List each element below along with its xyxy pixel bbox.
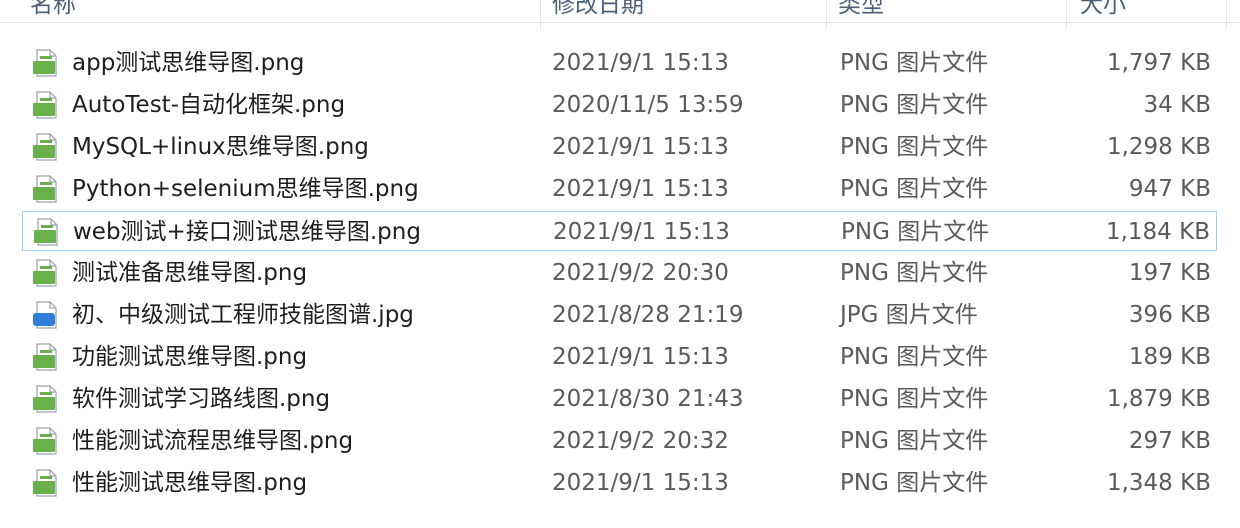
file-name: 软件测试学习路线图.png	[72, 386, 331, 412]
png-file-icon	[33, 427, 57, 455]
file-type: PNG 图片文件	[840, 260, 989, 286]
file-size: 197 KB	[1128, 260, 1211, 286]
file-row[interactable]: 测试准备思维导图.png 2021/9/2 20:30 PNG 图片文件 197 KB	[22, 253, 1217, 293]
file-size: 189 KB	[1128, 344, 1211, 370]
file-type: PNG 图片文件	[840, 92, 989, 118]
png-file-icon	[34, 218, 58, 246]
png-file-icon	[33, 133, 57, 161]
file-name: Python+selenium思维导图.png	[72, 176, 419, 202]
png-file-icon	[33, 385, 57, 413]
file-name: AutoTest-自动化框架.png	[72, 92, 346, 118]
file-name: 测试准备思维导图.png	[72, 260, 308, 286]
file-size: 1,348 KB	[1106, 470, 1211, 496]
file-row[interactable]: 性能测试思维导图.png 2021/9/1 15:13 PNG 图片文件 1,348 …	[22, 463, 1217, 503]
column-header-type[interactable]: 类型	[838, 0, 884, 21]
file-size: 1,184 KB	[1105, 219, 1210, 245]
file-row[interactable]: web测试+接口测试思维导图.png 2021/9/1 15:13 PNG 图片文件…	[22, 211, 1217, 251]
file-modified-date: 2021/9/1 15:13	[552, 344, 729, 370]
column-divider[interactable]	[1226, 0, 1227, 30]
file-row[interactable]: Python+selenium思维导图.png 2021/9/1 15:13 PNG…	[22, 169, 1217, 209]
file-name: web测试+接口测试思维导图.png	[73, 219, 421, 245]
file-modified-date: 2021/9/1 15:13	[552, 176, 729, 202]
png-file-icon	[33, 343, 57, 371]
file-row[interactable]: 软件测试学习路线图.png 2021/8/30 21:43 PNG 图片文件 1,87…	[22, 379, 1217, 419]
column-header-size[interactable]: 大小	[1080, 0, 1126, 21]
file-type: PNG 图片文件	[840, 386, 989, 412]
png-file-icon	[33, 49, 57, 77]
file-modified-date: 2021/8/30 21:43	[552, 386, 744, 412]
file-row[interactable]: 初、中级测试工程师技能图谱.jpg 2021/8/28 21:19 JPG 图片文件…	[22, 295, 1217, 335]
file-row[interactable]: app测试思维导图.png 2021/9/1 15:13 PNG 图片文件 1,797…	[22, 43, 1217, 83]
file-modified-date: 2021/9/2 20:30	[552, 260, 729, 286]
file-type: PNG 图片文件	[840, 134, 989, 160]
file-size: 1,879 KB	[1106, 386, 1211, 412]
column-header-name[interactable]: 名称	[30, 0, 76, 21]
file-modified-date: 2021/8/28 21:19	[552, 302, 744, 328]
file-row[interactable]: 性能测试流程思维导图.png 2021/9/2 20:32 PNG 图片文件 297 …	[22, 421, 1217, 461]
file-row[interactable]: AutoTest-自动化框架.png 2020/11/5 13:59 PNG 图片文…	[22, 85, 1217, 125]
file-modified-date: 2021/9/1 15:13	[552, 50, 729, 76]
column-divider[interactable]	[1066, 0, 1067, 30]
column-header: 名称 修改日期 类型 大小	[0, 0, 1240, 30]
jpg-file-icon	[33, 301, 57, 329]
file-type: PNG 图片文件	[840, 50, 989, 76]
png-file-icon	[33, 469, 57, 497]
file-type: JPG 图片文件	[840, 302, 978, 328]
file-name: 初、中级测试工程师技能图谱.jpg	[72, 302, 414, 328]
file-size: 1,298 KB	[1106, 134, 1211, 160]
column-header-date[interactable]: 修改日期	[552, 0, 644, 21]
file-size: 1,797 KB	[1106, 50, 1211, 76]
file-modified-date: 2020/11/5 13:59	[552, 92, 744, 118]
file-modified-date: 2021/9/1 15:13	[552, 470, 729, 496]
file-type: PNG 图片文件	[840, 428, 989, 454]
file-name: app测试思维导图.png	[72, 50, 305, 76]
png-file-icon	[33, 259, 57, 287]
png-file-icon	[33, 91, 57, 119]
file-size: 947 KB	[1128, 176, 1211, 202]
file-name: MySQL+linux思维导图.png	[72, 134, 369, 160]
file-type: PNG 图片文件	[840, 344, 989, 370]
file-modified-date: 2021/9/1 15:13	[553, 219, 730, 245]
file-size: 34 KB	[1143, 92, 1211, 118]
column-divider[interactable]	[540, 0, 541, 30]
file-name: 功能测试思维导图.png	[72, 344, 308, 370]
file-type: PNG 图片文件	[840, 470, 989, 496]
file-type: PNG 图片文件	[840, 176, 989, 202]
png-file-icon	[33, 175, 57, 203]
file-type: PNG 图片文件	[841, 219, 990, 245]
file-modified-date: 2021/9/1 15:13	[552, 134, 729, 160]
column-divider[interactable]	[826, 0, 827, 30]
file-size: 396 KB	[1128, 302, 1211, 328]
file-size: 297 KB	[1128, 428, 1211, 454]
file-row[interactable]: 功能测试思维导图.png 2021/9/1 15:13 PNG 图片文件 189 KB	[22, 337, 1217, 377]
file-modified-date: 2021/9/2 20:32	[552, 428, 729, 454]
file-name: 性能测试思维导图.png	[72, 470, 308, 496]
file-name: 性能测试流程思维导图.png	[72, 428, 354, 454]
file-row[interactable]: MySQL+linux思维导图.png 2021/9/1 15:13 PNG 图片文…	[22, 127, 1217, 167]
